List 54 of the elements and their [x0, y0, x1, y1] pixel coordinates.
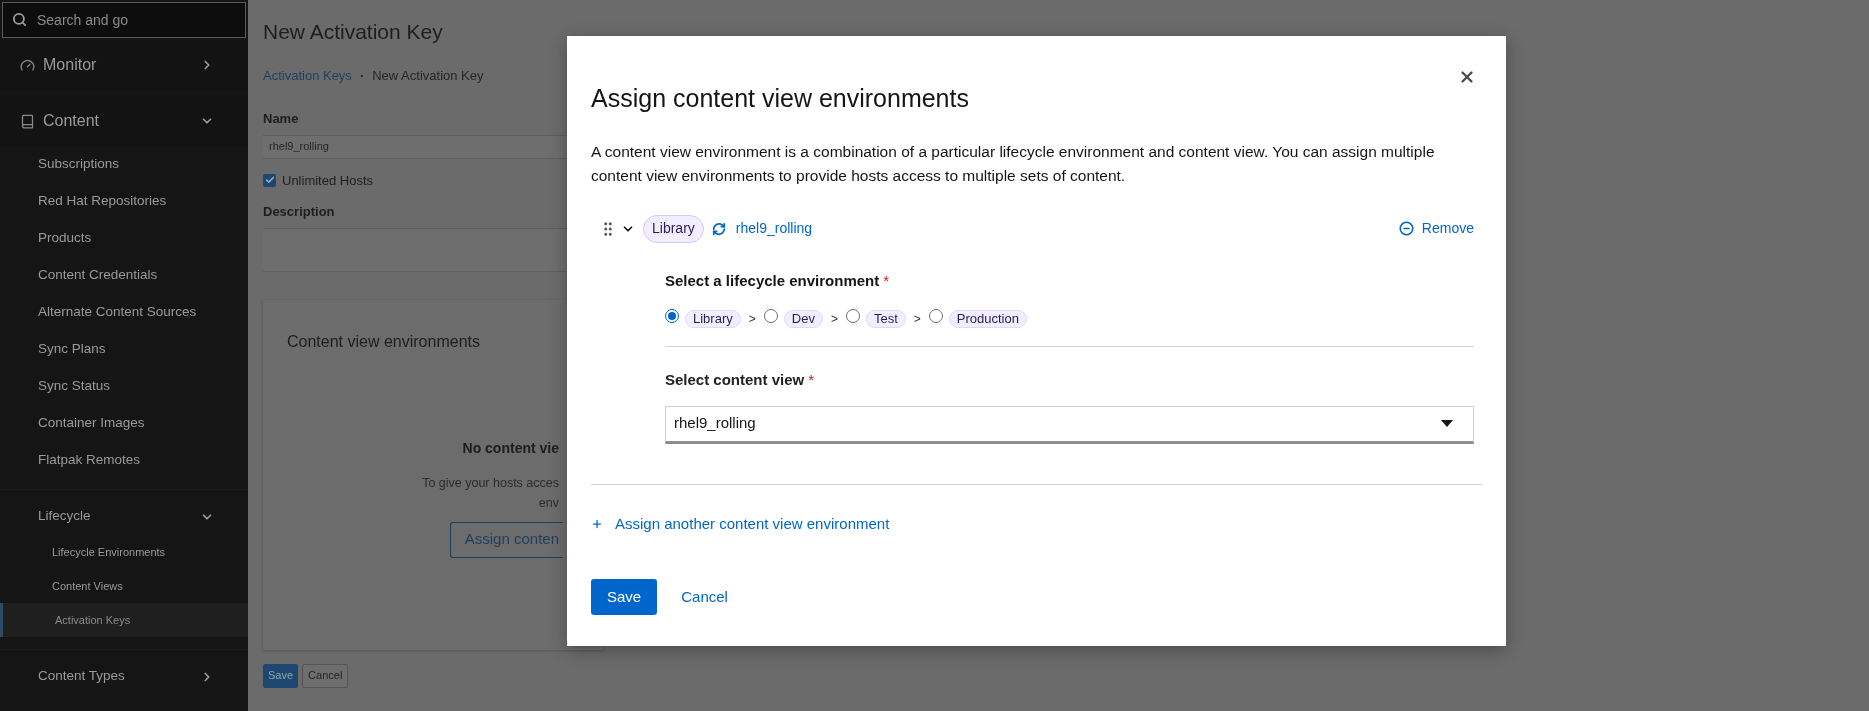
nav-item[interactable]: Sync Status — [0, 368, 248, 405]
nav-item[interactable]: Alternate Content Sources — [0, 294, 248, 331]
environment-label: Test — [865, 310, 906, 328]
nav-group-toggle[interactable]: Content Types — [0, 658, 248, 695]
nav-item[interactable]: Content Views — [0, 569, 248, 603]
field-label: Description — [263, 203, 335, 221]
gauge-icon — [20, 57, 35, 73]
save-button[interactable]: Save — [591, 579, 658, 615]
arrow-separator: > — [830, 311, 838, 328]
nav-item[interactable]: Activation Keys — [0, 603, 248, 637]
breadcrumb-current: New Activation Key — [372, 66, 484, 85]
plus-icon — [591, 517, 603, 530]
nav-item[interactable]: Container Images — [0, 405, 248, 442]
nav-item[interactable]: Red Hat Repositories — [0, 183, 248, 220]
minus-circle-icon — [1398, 221, 1414, 236]
modal-title: Assign content view environments — [591, 83, 969, 114]
add-environment-link[interactable]: Assign another content view environment — [591, 512, 890, 535]
lifecycle-label: Select a lifecycle environment — [665, 270, 880, 291]
environment-label: Dev — [783, 310, 823, 328]
nav-item[interactable]: Products — [0, 220, 248, 257]
required-mark: * — [808, 370, 815, 390]
content-view-label: Select content view — [665, 370, 805, 390]
environment-label: Library — [685, 310, 741, 328]
checkbox[interactable] — [263, 173, 276, 187]
arrow-separator: > — [748, 311, 756, 328]
cancel-button[interactable]: Cancel — [665, 579, 744, 615]
breadcrumb-separator: · — [359, 66, 365, 85]
modal-description: A content view environment is a combination of a particular lifecycle environment and content view. You can assign multiple content view environments to provide hosts access to multiple sets of content. — [591, 141, 1436, 186]
search-icon — [12, 12, 27, 27]
empty-state-title: No content vie — [462, 438, 559, 458]
sync-icon — [711, 221, 726, 236]
environment-label: Production — [948, 310, 1027, 328]
caret-down-icon — [1441, 420, 1453, 427]
search-field[interactable]: Search and go — [2, 2, 246, 38]
field-label: Name — [263, 110, 299, 128]
content-view-link[interactable]: rhel9_rolling — [735, 218, 813, 239]
empty-state-text: To give your hosts acces env — [422, 474, 559, 512]
checkbox-label: Unlimited Hosts — [282, 171, 374, 190]
page-title: New Activation Key — [263, 19, 443, 45]
nav-item[interactable]: Sync Plans — [0, 331, 248, 368]
save-button[interactable]: Save — [263, 663, 299, 688]
nav-item[interactable]: Subscriptions — [0, 146, 248, 183]
card-title: Content view environments — [287, 331, 480, 352]
content-view-select[interactable]: rhel9_rolling — [665, 405, 1474, 444]
environment-label: Library — [643, 214, 704, 243]
nav-item[interactable]: Flatpak Remotes — [0, 442, 248, 479]
required-mark: * — [883, 270, 890, 291]
remove-button[interactable]: Remove — [1398, 218, 1474, 239]
close-button[interactable] — [1458, 68, 1476, 86]
nav-item[interactable]: Content Credentials — [0, 257, 248, 294]
nav-group-toggle[interactable]: Lifecycle — [0, 498, 248, 535]
nav-item[interactable]: Lifecycle Environments — [0, 535, 248, 569]
arrow-separator: > — [913, 311, 921, 328]
book-icon — [20, 113, 35, 129]
